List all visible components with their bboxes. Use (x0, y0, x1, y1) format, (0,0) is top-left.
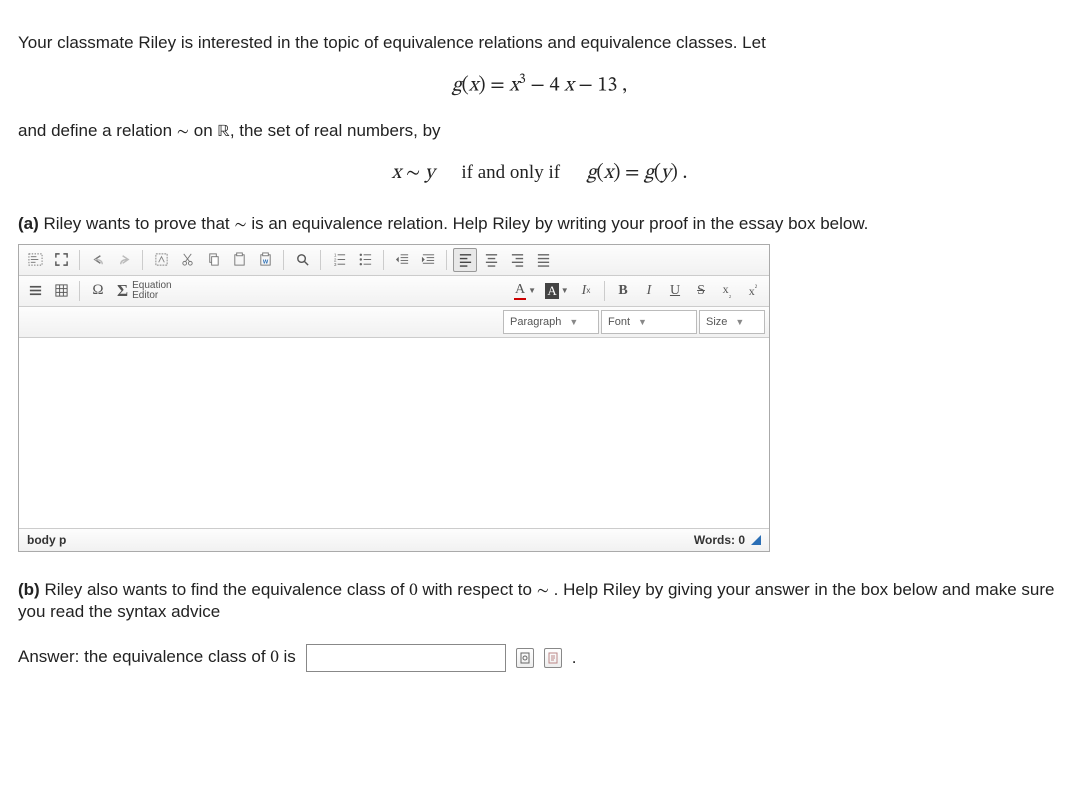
editor-textarea[interactable] (19, 338, 769, 528)
paste-button[interactable] (227, 248, 251, 272)
dd-label: Size (706, 316, 727, 328)
period: . (572, 648, 577, 668)
tilde-symbol: ∼ (234, 217, 246, 234)
bullet-list-button[interactable] (353, 248, 377, 272)
font-dropdown[interactable]: Font▼ (601, 310, 697, 334)
formula-g: g(x) = x3 − 4 x − 13 , (18, 71, 1061, 99)
part-b: (b) Riley also wants to find the equival… (18, 580, 1061, 622)
show-blocks-button[interactable] (23, 248, 47, 272)
outdent-button[interactable] (390, 248, 414, 272)
intro-line1: Your classmate Riley is interested in th… (18, 33, 1061, 53)
zero-symbol: 0 (270, 650, 278, 667)
essay-editor: W 123 Ω Σ Eq (18, 244, 770, 552)
indent-button[interactable] (416, 248, 440, 272)
equation-editor-button[interactable]: Σ EquationEditor (112, 279, 177, 303)
word-count: Words: 0 (694, 533, 745, 547)
part-a-label: (a) (18, 214, 39, 233)
menu-button[interactable] (23, 279, 47, 303)
copy-button[interactable] (201, 248, 225, 272)
tilde-symbol: ∼ (537, 583, 549, 600)
preview-icon[interactable] (516, 648, 534, 668)
editor-status-bar: body p Words: 0 (19, 528, 769, 551)
element-path[interactable]: body p (27, 533, 66, 547)
superscript-button[interactable]: x² (741, 279, 765, 303)
tilde-symbol: ∼ (177, 124, 189, 141)
dd-label: Font (608, 316, 630, 328)
svg-text:3: 3 (333, 262, 336, 267)
t: Riley also wants to find the equivalence… (40, 580, 409, 599)
svg-text:W: W (262, 259, 268, 265)
t: Riley wants to prove that (39, 214, 235, 233)
redo-button[interactable] (112, 248, 136, 272)
bold-button[interactable]: B (611, 279, 635, 303)
answer-input[interactable] (306, 644, 506, 672)
iff-text: if and only if (461, 162, 560, 183)
part-b-label: (b) (18, 580, 40, 599)
size-dropdown[interactable]: Size▼ (699, 310, 765, 334)
bg-color-button[interactable]: A▼ (542, 279, 572, 303)
t: and define a relation (18, 121, 177, 140)
answer-row: Answer: the equivalence class of 0 is . (18, 644, 1061, 672)
t: with respect to (418, 580, 537, 599)
clear-format-button[interactable]: Ix (574, 279, 598, 303)
cut-button[interactable] (175, 248, 199, 272)
toolbar-row-3: Paragraph▼ Font▼ Size▼ (19, 307, 769, 338)
help-icon[interactable] (544, 648, 562, 668)
answer-label: Answer: the equivalence class of 0 is (18, 647, 296, 669)
zero-symbol: 0 (409, 583, 417, 600)
align-center-button[interactable] (479, 248, 503, 272)
t: , the set of real numbers, by (230, 121, 441, 140)
fullscreen-button[interactable] (49, 248, 73, 272)
part-a: (a) Riley wants to prove that ∼ is an eq… (18, 214, 1061, 236)
subscript-button[interactable]: x₂ (715, 279, 739, 303)
numbered-list-button[interactable]: 123 (327, 248, 351, 272)
dd-label: Paragraph (510, 316, 561, 328)
find-button[interactable] (290, 248, 314, 272)
paste-word-button[interactable]: W (253, 248, 277, 272)
eq-label-bot: Editor (132, 290, 158, 301)
t: on (189, 121, 217, 140)
intro-text: Your classmate Riley is interested in th… (18, 33, 766, 52)
toolbar-row-1: W 123 (19, 245, 769, 276)
align-right-button[interactable] (505, 248, 529, 272)
toolbar-row-2: Ω Σ EquationEditor A▼ A▼ Ix B I U S x₂ x… (19, 276, 769, 307)
italic-button[interactable]: I (637, 279, 661, 303)
align-left-button[interactable] (453, 248, 477, 272)
real-numbers-symbol: ℝ (217, 124, 229, 141)
undo-button[interactable] (86, 248, 110, 272)
align-justify-button[interactable] (531, 248, 555, 272)
t: is an equivalence relation. Help Riley b… (247, 214, 869, 233)
resize-grip-icon[interactable] (751, 535, 761, 545)
relation-definition: x ∼ y if and only if g(x) = g(y) . (18, 161, 1061, 186)
strike-button[interactable]: S (689, 279, 713, 303)
intro-line2: and define a relation ∼ on ℝ, the set of… (18, 121, 1061, 143)
table-button[interactable] (49, 279, 73, 303)
paragraph-dropdown[interactable]: Paragraph▼ (503, 310, 599, 334)
select-all-button[interactable] (149, 248, 173, 272)
text-color-button[interactable]: A▼ (510, 279, 540, 303)
t: is (279, 647, 296, 666)
special-char-button[interactable]: Ω (86, 279, 110, 303)
t: Answer: the equivalence class of (18, 647, 270, 666)
underline-button[interactable]: U (663, 279, 687, 303)
